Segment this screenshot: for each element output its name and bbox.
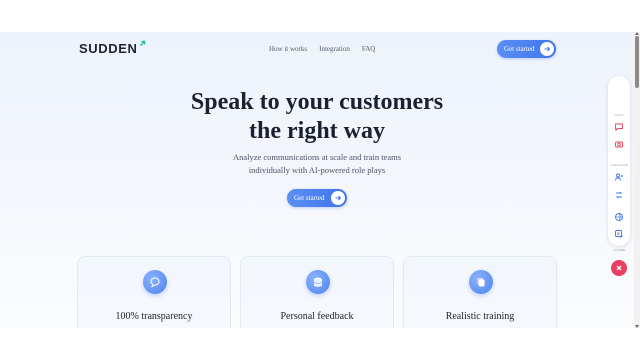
translate-icon[interactable] (613, 189, 625, 201)
side-section-label: LANGUAGE (609, 163, 629, 167)
logo-text: SUDDEN (79, 41, 138, 56)
edit-icon[interactable] (613, 228, 625, 240)
documents-icon (469, 270, 493, 294)
hero-title: Speak to your customers the right way (0, 88, 634, 146)
side-section-label: AI NAME (612, 248, 626, 252)
logo[interactable]: SUDDEN (79, 40, 146, 56)
main-nav: How it works Integration FAQ (269, 45, 375, 53)
get-started-button-hero[interactable]: Get started (287, 189, 347, 207)
feature-title: Personal feedback (280, 311, 354, 322)
scroll-up-arrow-icon[interactable] (635, 32, 639, 35)
feature-card-training: Realistic training (403, 256, 557, 328)
hero-title-line2: the right way (249, 118, 385, 144)
floating-side-panel: GOAT LANGUAGE (608, 76, 630, 246)
get-started-label: Get started (294, 194, 325, 202)
bottom-blank-area (0, 328, 640, 360)
logo-arrow-icon (139, 40, 145, 47)
chat-icon[interactable] (613, 121, 625, 133)
database-icon (306, 270, 330, 294)
hero-subtitle-line1: Analyze communications at scale and trai… (232, 152, 402, 162)
vertical-scrollbar[interactable] (634, 32, 640, 328)
globe-icon[interactable] (613, 211, 625, 223)
nav-link-how-it-works[interactable]: How it works (269, 45, 307, 53)
hero-title-line1: Speak to your customers (190, 89, 444, 115)
top-blank-area (0, 0, 640, 32)
feature-title: 100% transparency (115, 311, 193, 322)
close-icon[interactable] (611, 260, 627, 276)
arrow-right-icon (540, 42, 554, 56)
get-started-button-header[interactable]: Get started (497, 40, 556, 58)
users-icon[interactable] (613, 171, 625, 183)
feature-card-transparency: 100% transparency (77, 256, 231, 328)
nav-link-faq[interactable]: FAQ (362, 45, 375, 53)
hero-subtitle-line2: individually with AI-powered role plays (248, 164, 386, 175)
camera-icon[interactable] (613, 138, 625, 150)
hero-subtitle: Analyze communications at scale and trai… (0, 151, 634, 176)
landing-page: SUDDEN How it works Integration FAQ Get … (0, 32, 634, 328)
chat-bubble-icon (143, 270, 167, 294)
get-started-label: Get started (504, 45, 535, 53)
nav-link-integration[interactable]: Integration (319, 45, 350, 53)
scroll-thumb[interactable] (635, 36, 639, 88)
feature-title: Realistic training (445, 311, 515, 322)
feature-card-feedback: Personal feedback (240, 256, 394, 328)
arrow-right-icon (331, 191, 345, 205)
side-section-label: GOAT (614, 113, 624, 117)
